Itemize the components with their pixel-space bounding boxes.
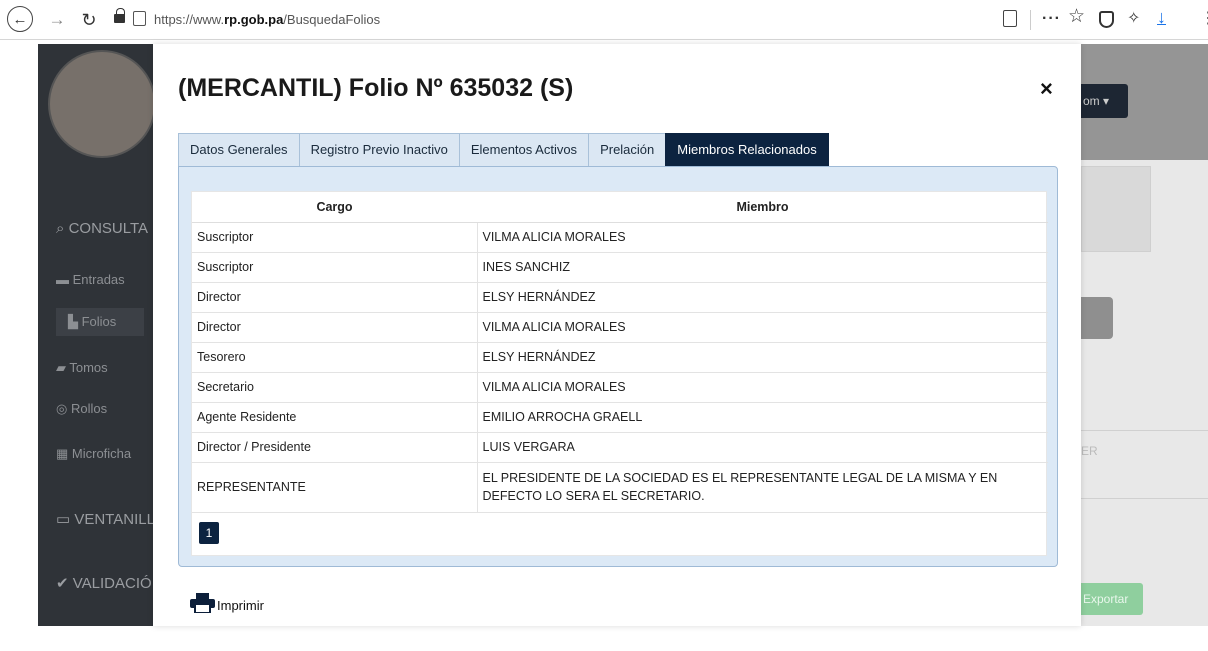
downloads-icon[interactable]: ↓ — [1157, 8, 1166, 26]
cell-miembro: VILMA ALICIA MORALES — [477, 222, 1048, 253]
search-button[interactable] — [1081, 297, 1113, 339]
sidebar-item-label: VENTANILL — [74, 511, 155, 528]
forward-button[interactable]: → — [46, 8, 68, 32]
divider — [1081, 430, 1208, 431]
export-button[interactable]: Exportar — [1081, 583, 1143, 615]
cell-miembro: LUIS VERGARA — [477, 432, 1048, 463]
page-permissions-icon[interactable] — [133, 11, 146, 26]
page-bottom — [0, 626, 1208, 651]
table-row: REPRESENTANTE EL PRESIDENTE DE LA SOCIED… — [192, 462, 1048, 513]
cell-miembro: VILMA ALICIA MORALES — [477, 372, 1048, 403]
sidebar-item-tomos[interactable]: ▰ Tomos — [56, 360, 108, 376]
cell-cargo: Agente Residente — [192, 402, 478, 433]
print-label: Imprimir — [217, 598, 264, 613]
reader-view-icon[interactable] — [1003, 10, 1017, 27]
folio-modal: (MERCANTIL) Folio Nº 635032 (S) × Datos … — [153, 44, 1081, 626]
table-row: Agente Residente EMILIO ARROCHA GRAELL — [192, 402, 1048, 433]
sidebar-item-entradas[interactable]: ▬ Entradas — [56, 272, 125, 287]
url-path: /BusquedaFolios — [283, 12, 381, 27]
cell-cargo: Suscriptor — [192, 252, 478, 283]
sidebar-item-consultas[interactable]: ⌕ CONSULTA — [56, 220, 148, 237]
column-header-fragment: ER — [1081, 444, 1098, 458]
sidebar-item-label: Folios — [81, 314, 117, 329]
pagination-page-1[interactable]: 1 — [199, 522, 219, 544]
column-header-miembro[interactable]: Miembro — [477, 192, 1048, 223]
sidebar-item-label: Rollos — [70, 401, 108, 416]
cell-cargo: Director / Presidente — [192, 432, 478, 463]
close-button[interactable]: × — [1040, 76, 1053, 102]
cell-miembro: ELSY HERNÁNDEZ — [477, 282, 1048, 313]
sidebar-item-ventanilla[interactable]: ▭ VENTANILL — [56, 510, 155, 528]
cell-cargo: Secretario — [192, 372, 478, 403]
tab-panel: Cargo Miembro Suscriptor VILMA ALICIA MO… — [178, 166, 1058, 567]
extension-icon[interactable]: ✧ — [1127, 10, 1140, 28]
members-table: Cargo Miembro Suscriptor VILMA ALICIA MO… — [192, 192, 1048, 513]
reload-button[interactable]: ↻ — [78, 8, 100, 32]
table-row: Tesorero ELSY HERNÁNDEZ — [192, 342, 1048, 373]
cell-cargo: REPRESENTANTE — [192, 462, 478, 513]
user-dropdown-button[interactable]: om ▾ — [1081, 84, 1128, 118]
cell-miembro: EMILIO ARROCHA GRAELL — [477, 402, 1048, 433]
table-row: Secretario VILMA ALICIA MORALES — [192, 372, 1048, 403]
back-button[interactable]: ← — [7, 6, 33, 32]
sidebar-item-label: VALIDACIÓ — [72, 575, 152, 592]
bookmark-star-icon[interactable]: ☆ — [1068, 7, 1085, 26]
lock-icon[interactable] — [114, 8, 125, 23]
app-menu-icon[interactable]: ⋮ — [1200, 10, 1208, 28]
cell-cargo: Tesorero — [192, 342, 478, 373]
table-row: Suscriptor VILMA ALICIA MORALES — [192, 222, 1048, 253]
filter-panel — [1081, 166, 1151, 252]
sidebar-item-label: Tomos — [69, 360, 108, 375]
divider — [1081, 498, 1208, 499]
url-prefix: https://www. — [154, 12, 225, 27]
sidebar-item-rollos[interactable]: ◎ Rollos — [56, 401, 107, 417]
tab-datos-generales[interactable]: Datos Generales — [178, 133, 300, 166]
modal-title: (MERCANTIL) Folio Nº 635032 (S) — [178, 74, 574, 102]
table-row: Suscriptor INES SANCHIZ — [192, 252, 1048, 283]
table-row: Director / Presidente LUIS VERGARA — [192, 432, 1048, 463]
sidebar-item-label: Microficha — [71, 446, 132, 461]
cell-miembro: EL PRESIDENTE DE LA SOCIEDAD ES EL REPRE… — [477, 462, 1048, 513]
cell-cargo: Director — [192, 282, 478, 313]
browser-toolbar: ← → ↻ https://www.rp.gob.pa/BusquedaFoli… — [0, 0, 1208, 40]
cell-miembro: ELSY HERNÁNDEZ — [477, 342, 1048, 373]
cell-cargo: Suscriptor — [192, 222, 478, 253]
sidebar-item-label: Entradas — [72, 272, 125, 287]
printer-icon — [190, 593, 215, 613]
print-button[interactable]: Imprimir — [190, 593, 264, 613]
sidebar-item-validacion[interactable]: ✔ VALIDACIÓ — [56, 574, 152, 592]
sidebar-item-label: CONSULTA — [68, 220, 149, 237]
registro-publico-seal-logo — [48, 50, 156, 158]
table-header-row: Cargo Miembro — [192, 192, 1048, 223]
table-row: Director ELSY HERNÁNDEZ — [192, 282, 1048, 313]
column-header-cargo[interactable]: Cargo — [192, 192, 477, 223]
address-bar[interactable]: https://www.rp.gob.pa/BusquedaFolios — [154, 12, 380, 27]
sidebar-item-microfichas[interactable]: ▦ Microficha — [56, 446, 131, 462]
members-table-container: Cargo Miembro Suscriptor VILMA ALICIA MO… — [191, 191, 1048, 556]
tab-miembros-relacionados[interactable]: Miembros Relacionados — [665, 133, 829, 166]
url-domain: rp.gob.pa — [224, 12, 284, 27]
cell-miembro: INES SANCHIZ — [477, 252, 1048, 283]
tab-registro-previo-inactivo[interactable]: Registro Previo Inactivo — [298, 133, 460, 166]
page-actions-icon[interactable]: ··· — [1042, 10, 1061, 28]
table-row: Director VILMA ALICIA MORALES — [192, 312, 1048, 343]
tab-prelacion[interactable]: Prelación — [588, 133, 667, 166]
tab-elementos-activos[interactable]: Elementos Activos — [458, 133, 590, 166]
tracking-protection-icon[interactable] — [1099, 11, 1114, 28]
cell-cargo: Director — [192, 312, 478, 343]
cell-miembro: VILMA ALICIA MORALES — [477, 312, 1048, 343]
sidebar-item-folios[interactable]: ▙ Folios — [56, 308, 144, 336]
tab-bar: Datos Generales Registro Previo Inactivo… — [178, 133, 829, 166]
toolbar-divider — [1030, 10, 1031, 30]
